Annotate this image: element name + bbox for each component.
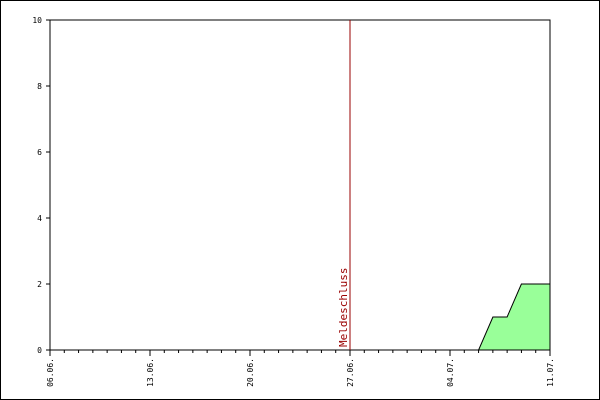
x-tick-label: 13.06. bbox=[146, 358, 155, 387]
x-tick-label: 20.06. bbox=[246, 358, 255, 387]
chart-frame: 0 2 4 6 8 10 06.06. 13.06. 20.06. 27.06. 04.07. 11.… bbox=[0, 0, 600, 400]
y-tick-label: 2 bbox=[37, 280, 42, 289]
y-tick-label: 0 bbox=[37, 346, 42, 355]
deadline-label: Meldeschluss bbox=[337, 268, 350, 347]
y-tick-label: 6 bbox=[37, 148, 42, 157]
x-tick-label: 27.06. bbox=[346, 358, 355, 387]
x-tick-label: 04.07. bbox=[446, 358, 455, 387]
y-tick-label: 4 bbox=[37, 214, 42, 223]
x-tick-label: 06.06. bbox=[46, 358, 55, 387]
y-tick-label: 8 bbox=[37, 82, 42, 91]
area-chart: 0 2 4 6 8 10 06.06. 13.06. 20.06. 27.06. 04.07. 11.… bbox=[32, 16, 555, 387]
y-tick-label: 10 bbox=[32, 16, 42, 25]
plot-background bbox=[50, 20, 550, 350]
x-tick-label: 11.07. bbox=[546, 358, 555, 387]
